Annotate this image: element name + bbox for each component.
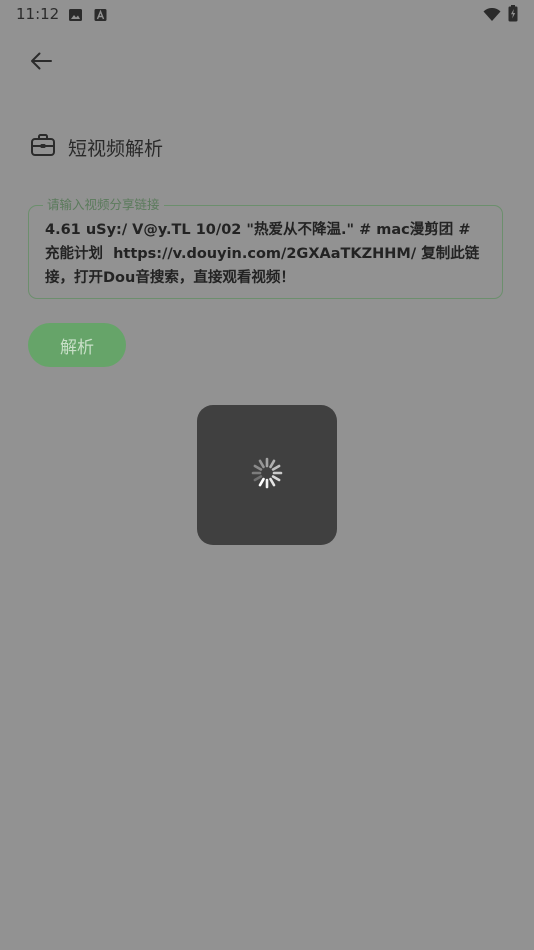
share-link-input-value[interactable]: 4.61 uSy:/ V@y.TL 10/02 "热爱从不降温." # mac漫…: [45, 218, 489, 290]
briefcase-icon: [30, 133, 56, 161]
page-title: 短视频解析: [68, 137, 164, 160]
parse-button[interactable]: 解析: [28, 323, 126, 367]
battery-charging-icon: [508, 5, 518, 26]
loading-dialog: [197, 405, 337, 545]
spinner-icon: [250, 456, 284, 494]
share-link-input-label: 请输入视频分享链接: [43, 197, 164, 213]
wifi-icon: [483, 7, 501, 26]
back-button[interactable]: [22, 46, 60, 80]
share-link-input[interactable]: 请输入视频分享链接 4.61 uSy:/ V@y.TL 10/02 "热爱从不降…: [28, 197, 503, 299]
status-bar: 11:12: [0, 0, 534, 28]
status-time: 11:12: [16, 5, 60, 23]
image-icon: [68, 7, 83, 26]
font-icon: [94, 7, 107, 26]
page-title-row: 短视频解析: [30, 132, 163, 162]
arrow-left-icon: [29, 51, 53, 75]
